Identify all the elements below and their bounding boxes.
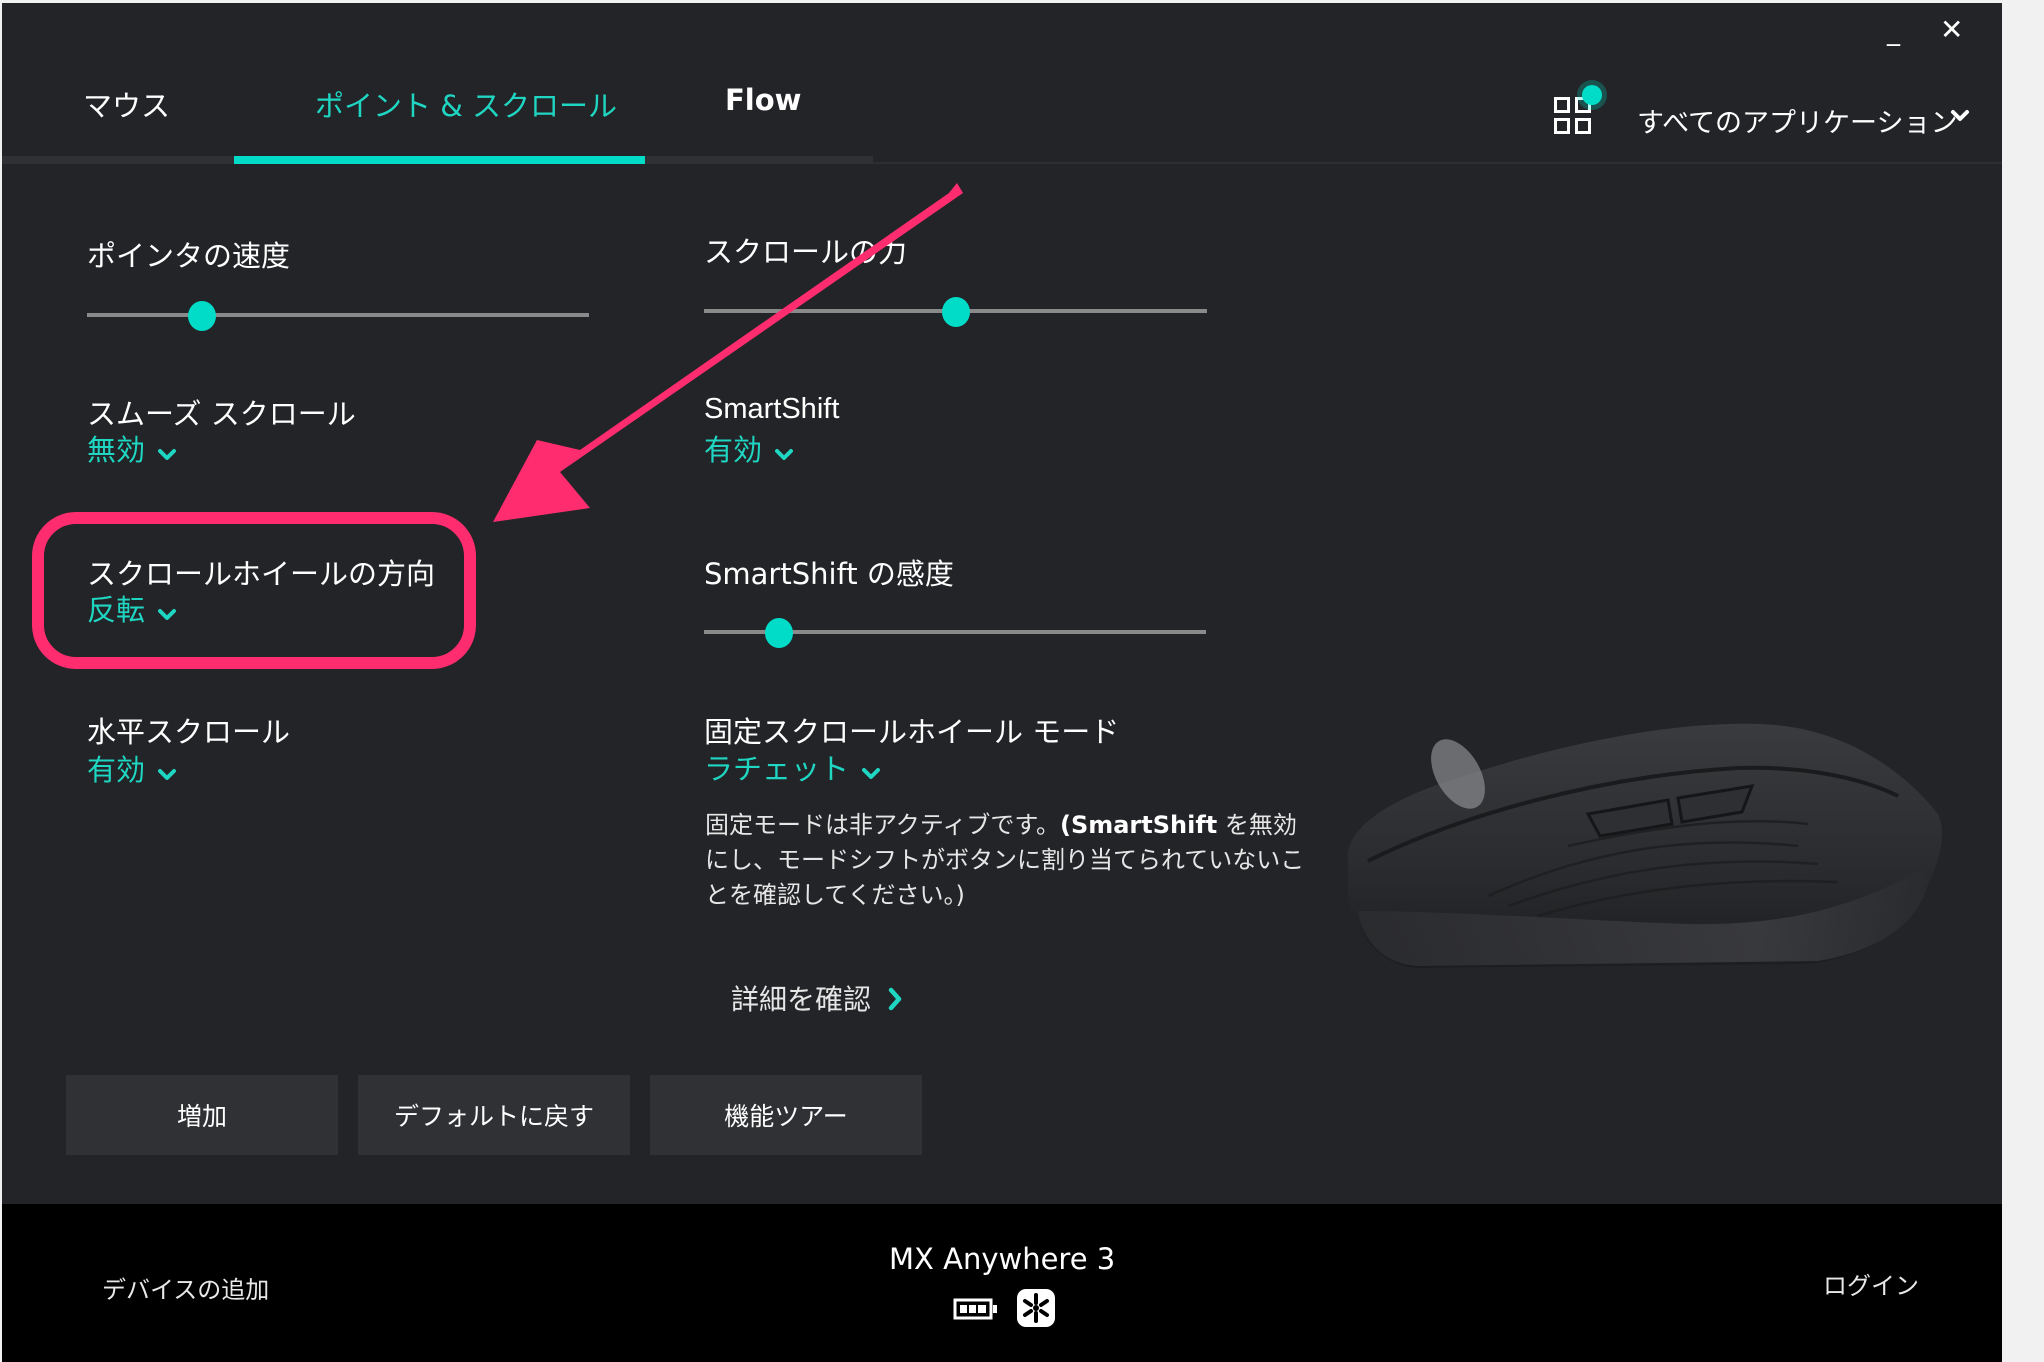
smooth-scroll-value: 無効 bbox=[87, 433, 146, 467]
chevron-down-icon bbox=[157, 435, 177, 469]
scroll-force-title: スクロールの力 bbox=[704, 235, 908, 269]
smartshift-value: 有効 bbox=[704, 433, 763, 467]
reset-default-button[interactable]: デフォルトに戻す bbox=[358, 1075, 630, 1155]
smartshift-sensitivity-slider[interactable] bbox=[704, 618, 1206, 648]
scroll-force-slider[interactable] bbox=[704, 297, 1207, 327]
mx-anywhere-3-mouse-image bbox=[1347, 723, 1943, 968]
fixed-mode-description: 固定モードは非アクティブです。(SmartShift を無効にし、モードシフトが… bbox=[705, 808, 1305, 913]
tab-flow[interactable]: Flow bbox=[725, 83, 801, 117]
login-link[interactable]: ログイン bbox=[1823, 1266, 1919, 1301]
slider-thumb[interactable] bbox=[765, 618, 794, 648]
fixed-wheel-mode-value: ラチェット bbox=[704, 752, 850, 786]
slider-thumb[interactable] bbox=[188, 301, 217, 331]
active-tab-indicator bbox=[234, 156, 645, 164]
application-selector[interactable]: すべてのアプリケーション bbox=[1637, 101, 1958, 140]
fixed-wheel-mode-dropdown[interactable]: ラチェット bbox=[704, 746, 881, 788]
add-button[interactable]: 増加 bbox=[66, 1075, 338, 1155]
chevron-down-icon bbox=[774, 435, 794, 469]
unifying-receiver-icon bbox=[1016, 1288, 1056, 1332]
horizontal-scroll-value: 有効 bbox=[87, 753, 146, 787]
battery-full-icon bbox=[953, 1298, 999, 1324]
footer-bar: デバイスの追加 MX Anywhere 3 ログイン bbox=[2, 1204, 2002, 1362]
wheel-direction-value: 反転 bbox=[87, 593, 146, 627]
fixed-wheel-mode-title: 固定スクロールホイール モード bbox=[704, 715, 1120, 749]
tab-point-and-scroll[interactable]: ポイント & スクロール bbox=[315, 83, 617, 125]
chevron-down-icon bbox=[157, 595, 177, 629]
tab-mouse[interactable]: マウス bbox=[83, 83, 170, 125]
smooth-scroll-dropdown[interactable]: 無効 bbox=[87, 427, 177, 469]
horizontal-scroll-dropdown[interactable]: 有効 bbox=[87, 747, 177, 789]
header-divider bbox=[873, 162, 2002, 164]
slider-track bbox=[87, 313, 589, 317]
chevron-down-icon[interactable] bbox=[1950, 108, 1970, 127]
close-button[interactable]: ✕ bbox=[1940, 13, 1963, 46]
description-text: 固定モードは非アクティブです。 bbox=[705, 811, 1060, 839]
learn-more-link[interactable]: 詳細を確認 bbox=[731, 978, 902, 1018]
notification-badge bbox=[1582, 85, 1602, 105]
learn-more-label: 詳細を確認 bbox=[731, 983, 872, 1016]
feature-tour-button[interactable]: 機能ツアー bbox=[650, 1075, 922, 1155]
wheel-direction-dropdown[interactable]: 反転 bbox=[87, 587, 177, 629]
minimize-button[interactable]: _ bbox=[1887, 17, 1900, 47]
chevron-right-icon bbox=[888, 985, 902, 1018]
pointer-speed-title: ポインタの速度 bbox=[87, 239, 291, 273]
add-device-link[interactable]: デバイスの追加 bbox=[102, 1270, 269, 1305]
smartshift-title: SmartShift bbox=[704, 393, 840, 425]
smartshift-dropdown[interactable]: 有効 bbox=[704, 427, 794, 469]
logi-options-window: _ ✕ マウス ポイント & スクロール Flow すべてのアプリケーション ポ… bbox=[2, 3, 2002, 1362]
device-name[interactable]: MX Anywhere 3 bbox=[889, 1242, 1115, 1276]
smartshift-sensitivity-title: SmartShift の感度 bbox=[704, 557, 954, 591]
slider-thumb[interactable] bbox=[941, 297, 970, 327]
horizontal-scroll-title: 水平スクロール bbox=[87, 715, 291, 749]
pointer-speed-slider[interactable] bbox=[87, 301, 589, 331]
description-smartshift: (SmartShift bbox=[1059, 811, 1218, 839]
chevron-down-icon bbox=[861, 754, 881, 788]
chevron-down-icon bbox=[157, 755, 177, 789]
